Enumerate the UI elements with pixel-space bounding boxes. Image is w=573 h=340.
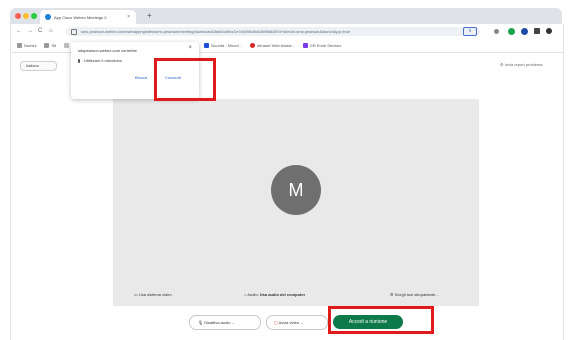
- address-bar[interactable]: sms.pearson.webex.com/webappng/sites/sms…: [66, 27, 480, 36]
- minimize-window-dot[interactable]: [23, 13, 29, 19]
- reload-button[interactable]: C: [38, 27, 42, 35]
- permission-text: Utilizzare il microfono: [78, 58, 122, 63]
- lock-icon: [71, 28, 77, 35]
- block-button[interactable]: Blocca: [135, 75, 147, 80]
- maximize-window-dot[interactable]: [31, 13, 37, 19]
- bookmark-item[interactable]: Nomini: [17, 43, 36, 48]
- bookmark-item[interactable]: GR Erste Servizio: [302, 43, 341, 48]
- system-video-option[interactable]: ▭ Usa sistema video: [134, 292, 172, 297]
- globe-icon: [249, 43, 255, 48]
- address-url[interactable]: sms.pearson.webex.com/webappng/sites/sms…: [81, 29, 471, 34]
- audio-option[interactable]: ○ Audio: Usa audio del computer: [244, 292, 305, 297]
- folder-icon: [64, 43, 70, 48]
- bookmark-item[interactable]: Intranet Web Assist...: [249, 43, 295, 48]
- home-button[interactable]: ⌂: [49, 27, 53, 35]
- background-option[interactable]: ⚙ Scegli tuoi altoparlante...: [390, 292, 439, 297]
- allow-highlight-box: [154, 58, 216, 101]
- tab-title: App Cisco Webex Meetings X: [54, 14, 107, 20]
- bookmark-item[interactable]: Sicurità - Microf...: [203, 43, 242, 48]
- back-button[interactable]: ←: [16, 27, 22, 35]
- microphone-icon: [78, 58, 80, 63]
- folder-icon: [44, 43, 50, 48]
- forward-button[interactable]: →: [27, 27, 33, 35]
- mute-button[interactable]: 🎙︎ Disattiva audio ⌄: [189, 315, 261, 330]
- extension-blue-icon[interactable]: [521, 28, 528, 35]
- shield-icon: [203, 43, 209, 48]
- report-problem-link[interactable]: ⚙ Invia report problema: [500, 62, 543, 67]
- avatar: M: [271, 165, 321, 215]
- tab-close-icon[interactable]: ×: [127, 14, 130, 20]
- grid-icon: [17, 43, 22, 48]
- language-select[interactable]: Italiano: [20, 61, 57, 71]
- popup-close-icon[interactable]: ×: [188, 45, 192, 51]
- new-tab-button[interactable]: +: [147, 11, 152, 21]
- close-window-dot[interactable]: [15, 13, 21, 19]
- popup-site-label: sdspearson.webex.com vorrebbe: [78, 48, 137, 53]
- profile-icon[interactable]: [546, 28, 552, 34]
- app-icon: [302, 43, 308, 48]
- puzzle-icon[interactable]: [534, 28, 540, 34]
- webex-favicon-icon: [45, 14, 51, 20]
- bookmark-item[interactable]: Sit: [44, 43, 56, 48]
- extension-green-icon[interactable]: [508, 28, 515, 35]
- join-highlight-box: [328, 306, 434, 334]
- extension-icon[interactable]: [494, 29, 499, 34]
- start-video-button[interactable]: ▢ Avvia video ⌄: [266, 315, 328, 330]
- browser-tab-webex[interactable]: App Cisco Webex Meetings X ×: [40, 10, 136, 24]
- mic-blocked-icon[interactable]: x: [463, 27, 477, 36]
